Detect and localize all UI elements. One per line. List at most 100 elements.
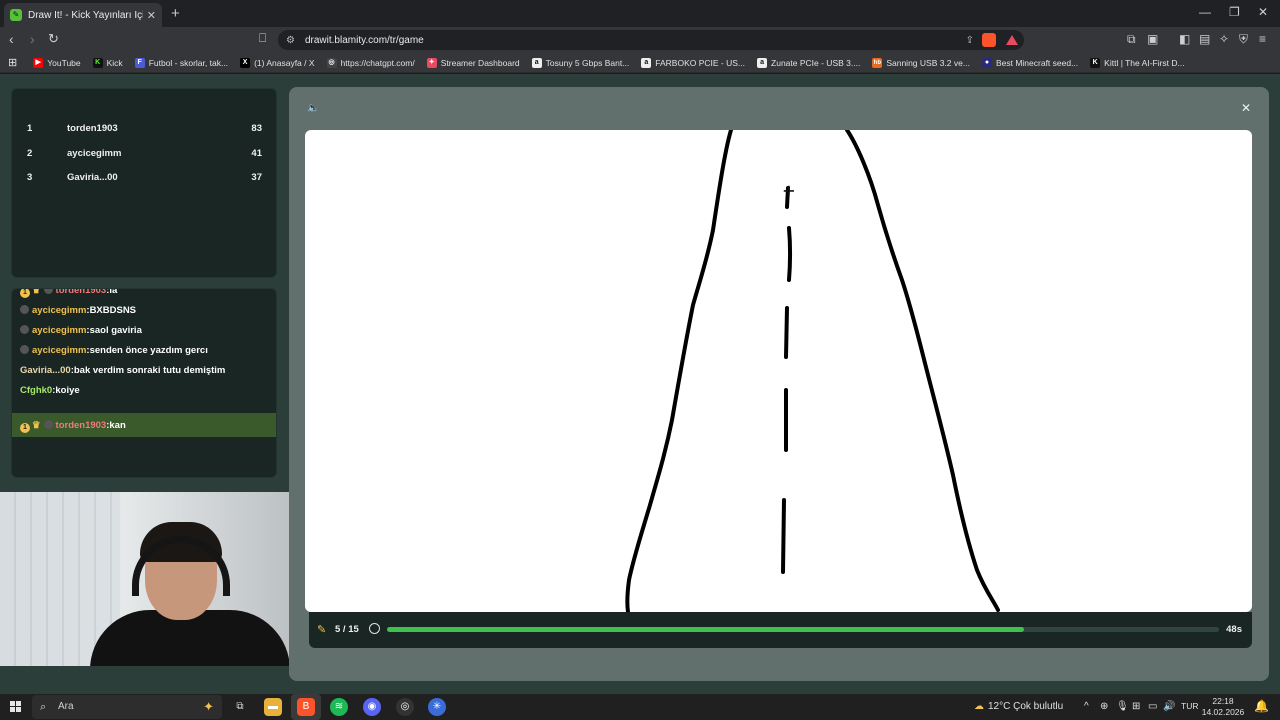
bookmark-label: YouTube [47, 57, 81, 68]
back-icon[interactable]: ‹ [9, 31, 14, 47]
wallet-icon[interactable]: ▣ [1147, 32, 1158, 46]
bookmark-zunate[interactable]: a Zunate PCIe - USB 3.... [757, 57, 860, 68]
amazon-icon: a [531, 57, 542, 68]
sound-icon[interactable]: 🔈 [307, 103, 319, 114]
bookmark-chatgpt[interactable]: ◎ https://chatgpt.com/ [326, 57, 415, 68]
discord-icon[interactable]: ◉ [363, 698, 381, 716]
bookmark-youtube[interactable]: ▶ YouTube [33, 57, 81, 68]
chat-username[interactable]: torden1903 [56, 289, 107, 296]
chat-username[interactable]: aycicegimm [32, 325, 86, 336]
bookmark-minecraft[interactable]: ● Best Minecraft seed... [981, 57, 1078, 68]
center-dash [787, 226, 793, 282]
bookmark-streamer-dashboard[interactable]: ✦ Streamer Dashboard [426, 57, 520, 68]
timer-icon [369, 623, 380, 634]
leader-rank: 3 [27, 172, 33, 183]
badge-dot-icon [20, 305, 29, 314]
chatgpt-icon: ◎ [326, 57, 337, 68]
center-dash [781, 498, 786, 574]
app-icon[interactable]: ✳ [428, 698, 446, 716]
volume-icon[interactable]: 🔊 [1163, 701, 1175, 712]
bookmark-farboko[interactable]: a FARBOKO PCIE - US... [641, 57, 746, 68]
badge-dot-icon [43, 420, 53, 429]
leader-points: 37 [251, 172, 262, 183]
bookmark-label: Kittl | The AI-First D... [1104, 57, 1185, 68]
new-tab-button[interactable]: + [171, 5, 180, 22]
chat-panel: 1 ♛ torden1903:la aycicegimm:BXBDSNS aycic… [11, 288, 277, 478]
bookmark-label: Kick [106, 57, 123, 68]
bookmark-tosuny[interactable]: a Tosuny 5 Gbps Bant... [531, 57, 629, 68]
restore-icon[interactable]: ❐ [1229, 5, 1240, 19]
url-text[interactable]: drawit.blamity.com/tr/game [305, 35, 956, 46]
bookmark-label: FARBOKO PCIE - US... [655, 57, 746, 68]
road-right-edge [845, 130, 1000, 612]
drawing-canvas[interactable]: ✛ [305, 130, 1252, 612]
forward-icon[interactable]: › [30, 31, 35, 47]
chat-username[interactable]: aycicegimm [32, 345, 86, 356]
reload-icon[interactable]: ↻ [48, 31, 59, 47]
round-counter: 5 / 15 [335, 624, 359, 635]
time-progress-track [387, 627, 1219, 632]
browser-tab[interactable]: ✎ Draw It! - Kick Yayınları İçin Çizim ✕ [4, 3, 162, 27]
bookmark-sanning[interactable]: hb Sanning USB 3.2 ve... [872, 57, 970, 68]
obs-icon[interactable]: ◎ [396, 698, 414, 716]
chat-username[interactable]: Cfghk0 [20, 385, 52, 396]
chat-username[interactable]: torden1903 [56, 420, 107, 431]
menu-icon[interactable]: ≡ [1259, 32, 1266, 46]
bookmark-x[interactable]: X (1) Anasayfa / X [240, 57, 315, 68]
language-indicator[interactable]: TUR [1181, 701, 1198, 711]
microphone-icon[interactable]: 🎙 [1116, 701, 1129, 712]
chat-username[interactable]: aycicegimm [32, 305, 86, 316]
bookmark-kittl[interactable]: K Kittl | The AI-First D... [1090, 57, 1185, 68]
taskbar-search[interactable]: ⌕ Ara ✦ [32, 695, 222, 719]
notification-icon[interactable]: 🔔 [1254, 699, 1269, 713]
youtube-icon: ▶ [33, 57, 44, 68]
chat-text: :saol gaviria [86, 325, 142, 336]
time-progress-fill [387, 627, 1025, 632]
bookmark-label: https://chatgpt.com/ [340, 57, 415, 68]
crosshair-cursor-icon: ✛ [783, 183, 795, 199]
chat-username[interactable]: Gaviria...00 [20, 365, 71, 376]
brave-shields-icon[interactable] [982, 33, 996, 47]
close-icon[interactable]: ✕ [1241, 101, 1251, 115]
kick-icon: K [92, 57, 103, 68]
site-settings-icon[interactable]: ⚙ [286, 35, 295, 46]
windows-start-icon[interactable] [10, 701, 22, 713]
window-close-icon[interactable]: ✕ [1258, 5, 1268, 19]
brave-rewards-icon[interactable] [1006, 35, 1018, 45]
weather-widget[interactable]: ☁ 12°C Çok bulutlu [974, 701, 1063, 712]
bookmark-kick[interactable]: K Kick [92, 57, 123, 68]
share-icon[interactable]: ⇪ [966, 35, 974, 46]
reading-list-icon[interactable]: ▤ [1199, 32, 1210, 46]
pencil-icon: ✎ [317, 624, 327, 636]
spotify-icon[interactable]: ≋ [330, 698, 348, 716]
system-clock[interactable]: 22:18 14.02.2026 [1200, 696, 1246, 718]
game-page: 1 torden1903 83 2 aycicegimm 41 3 Gaviri… [0, 74, 1280, 694]
round-status-bar: ✎ 5 / 15 48s [309, 612, 1252, 648]
file-explorer-icon[interactable]: ▬ [264, 698, 282, 716]
tray-overflow-icon[interactable]: ^ [1084, 701, 1089, 712]
brave-browser-icon[interactable]: B [297, 698, 315, 716]
apps-icon[interactable]: ⊞ [8, 56, 17, 69]
vpn-icon[interactable]: ⛨ [1239, 32, 1248, 47]
time-left: 48s [1226, 624, 1242, 635]
webcam-overlay [0, 492, 308, 666]
hepsiburada-icon: hb [872, 57, 883, 68]
chat-message: aycicegimm:BXBDSNS [20, 305, 136, 316]
sidebar-icon[interactable]: ◧ [1179, 32, 1190, 46]
leo-ai-icon[interactable]: ✧ [1219, 32, 1229, 46]
extensions-icon[interactable]: ⧉ [1127, 32, 1136, 47]
clock-date: 14.02.2026 [1201, 707, 1245, 717]
address-bar[interactable]: ⚙ drawit.blamity.com/tr/game ⇪ [278, 30, 1024, 50]
task-view-icon[interactable]: ⧉ [231, 698, 249, 716]
close-tab-icon[interactable]: ✕ [147, 9, 156, 22]
minimize-icon[interactable]: — [1199, 5, 1211, 19]
leaderboard-row: 2 aycicegimm 41 [12, 148, 278, 166]
network-icon[interactable]: ▭ [1148, 701, 1157, 712]
chat-message: 1 ♛ torden1903:kan [20, 420, 126, 433]
bookmark-futbol[interactable]: F Futbol - skorlar, tak... [134, 57, 228, 68]
tab-title: Draw It! - Kick Yayınları İçin Çizim [28, 9, 143, 21]
browser-toolbar: ‹ › ↻ ⎕ ⚙ drawit.blamity.com/tr/game ⇪ ⧉… [0, 27, 1280, 53]
tray-app-icon[interactable]: ⊕ [1100, 701, 1108, 712]
bookmark-icon[interactable]: ⎕ [259, 31, 266, 46]
tray-app-icon[interactable]: ⊞ [1132, 701, 1140, 712]
